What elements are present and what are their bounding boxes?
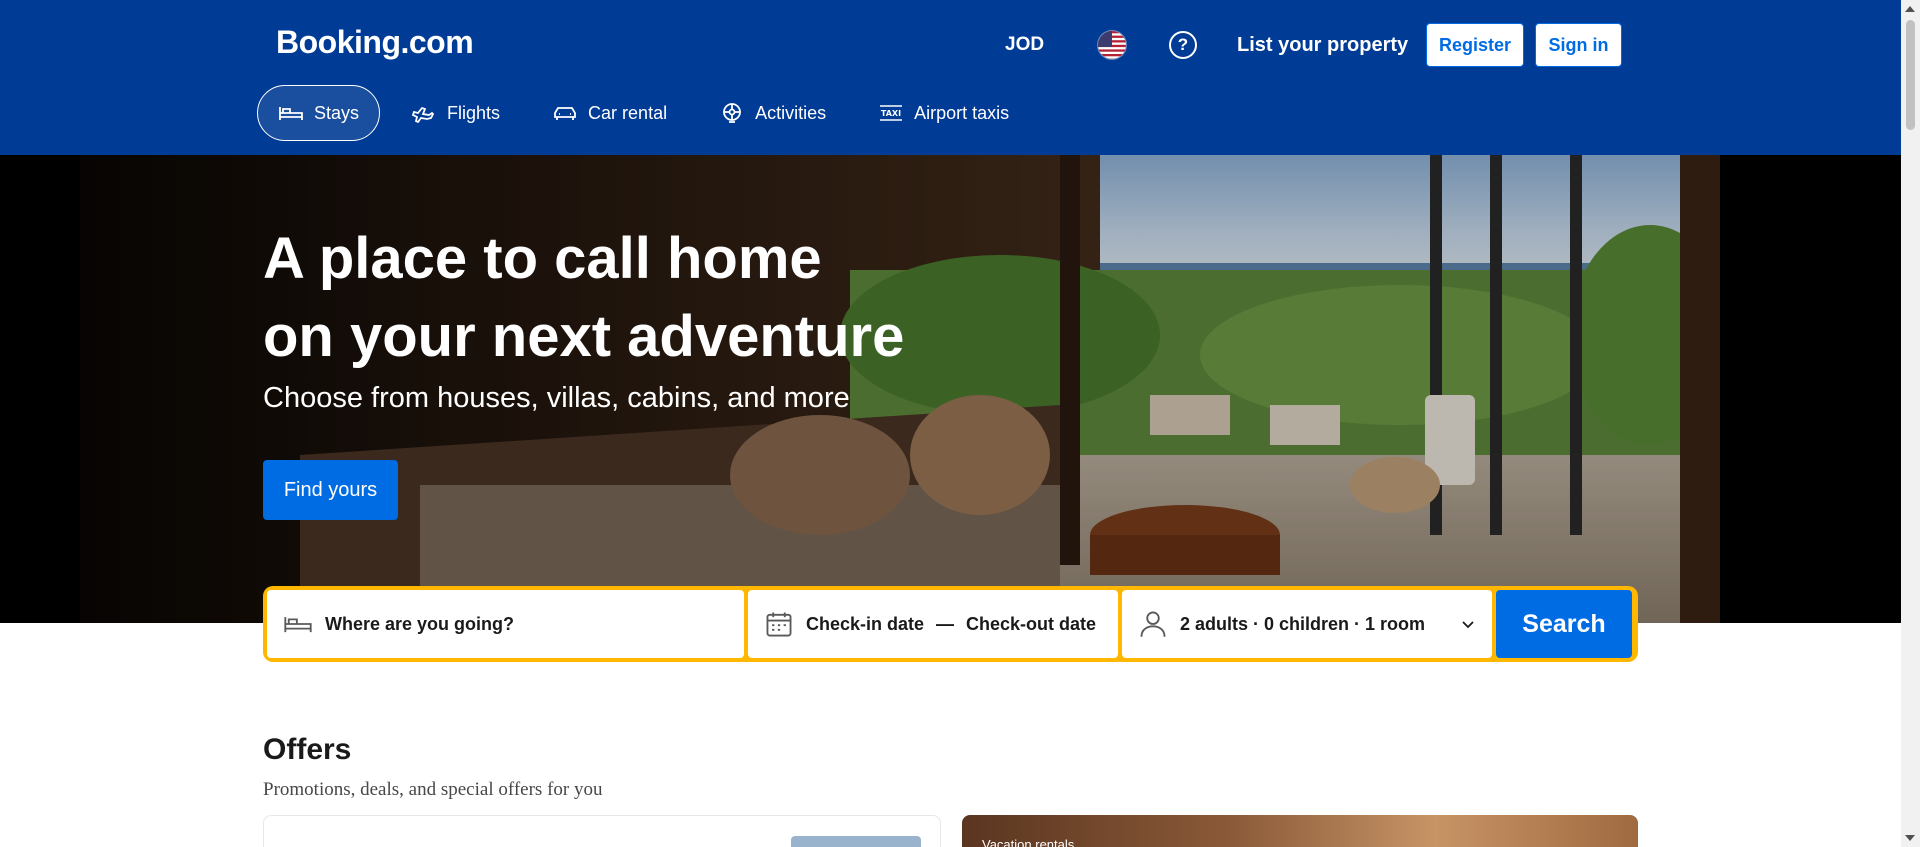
date-range-field[interactable]: Check-in date — Check-out date <box>748 590 1118 658</box>
tab-label: Airport taxis <box>914 102 1010 123</box>
occupancy-field[interactable]: 2 adults · 0 children · 1 room <box>1122 590 1492 658</box>
tab-airport-taxis[interactable]: TAXI Airport taxis <box>857 85 1030 141</box>
occupancy-content: 2 adults · 0 children · 1 room <box>1138 609 1425 639</box>
bed-icon <box>279 107 303 120</box>
check-out-date[interactable]: Check-out date <box>966 614 1096 635</box>
hero-title-line1: A place to call home <box>263 226 822 291</box>
plane-icon <box>411 106 435 124</box>
tab-stays[interactable]: Stays <box>257 85 381 141</box>
list-your-property-link[interactable]: List your property <box>1237 23 1408 67</box>
destination-field[interactable]: Where are you going? <box>267 590 744 658</box>
occupancy-summary: 2 adults · 0 children · 1 room <box>1180 613 1426 634</box>
offer-card-label: Vacation rentals <box>982 837 1075 847</box>
destination-placeholder: Where are you going? <box>325 613 515 634</box>
register-button[interactable]: Register <box>1426 23 1524 67</box>
us-flag-icon[interactable] <box>1097 30 1127 60</box>
tab-label: Flights <box>447 102 501 123</box>
tab-label: Car rental <box>588 102 668 123</box>
tab-activities[interactable]: Activities <box>698 85 847 141</box>
calendar-icon <box>766 612 792 637</box>
search-button[interactable]: Search <box>1496 590 1632 658</box>
tab-label: Activities <box>755 102 827 123</box>
tab-flights[interactable]: Flights <box>390 85 521 141</box>
taxi-icon: TAXI <box>880 105 903 121</box>
question-circle-icon[interactable]: ? <box>1169 31 1197 59</box>
search-bar: Where are you going? Check-in date — Che… <box>263 586 1638 662</box>
svg-text:TAXI: TAXI <box>881 109 901 118</box>
scrollbar-thumb[interactable] <box>1906 20 1915 130</box>
chevron-down-icon <box>1462 621 1474 629</box>
offers-heading: Offers <box>263 733 352 766</box>
currency-selector[interactable]: JOD <box>1005 23 1044 67</box>
date-separator: — <box>936 613 955 634</box>
scroll-down-arrow-icon[interactable] <box>1905 835 1915 841</box>
car-icon <box>554 107 576 120</box>
offer-card-vacation-rentals[interactable]: Vacation rentals <box>962 815 1638 847</box>
hero-title-line2: on your next adventure <box>263 304 905 369</box>
bed-icon <box>284 617 312 633</box>
hero-title: A place to call home on your next advent… <box>263 220 1063 376</box>
hero-subtitle: Choose from houses, villas, cabins, and … <box>263 382 850 414</box>
page-scrollbar[interactable] <box>1901 0 1920 847</box>
product-nav: Stays Flights Car rental Activities TAXI <box>257 85 1030 141</box>
sign-in-button[interactable]: Sign in <box>1535 23 1622 67</box>
tab-car-rental[interactable]: Car rental <box>531 85 688 141</box>
tab-label: Stays <box>314 102 360 123</box>
offers-subtitle: Promotions, deals, and special offers fo… <box>263 779 603 800</box>
top-header: Booking.com JOD ? List your property Reg… <box>0 0 1901 155</box>
offer-card-button[interactable] <box>791 836 921 847</box>
scroll-up-arrow-icon[interactable] <box>1905 6 1915 12</box>
find-yours-button[interactable]: Find yours <box>263 460 398 520</box>
booking-logo[interactable]: Booking.com <box>276 24 474 61</box>
offer-card[interactable] <box>263 815 941 847</box>
check-in-date[interactable]: Check-in date <box>806 614 924 635</box>
attraction-icon <box>723 103 741 123</box>
person-icon <box>1140 611 1166 637</box>
